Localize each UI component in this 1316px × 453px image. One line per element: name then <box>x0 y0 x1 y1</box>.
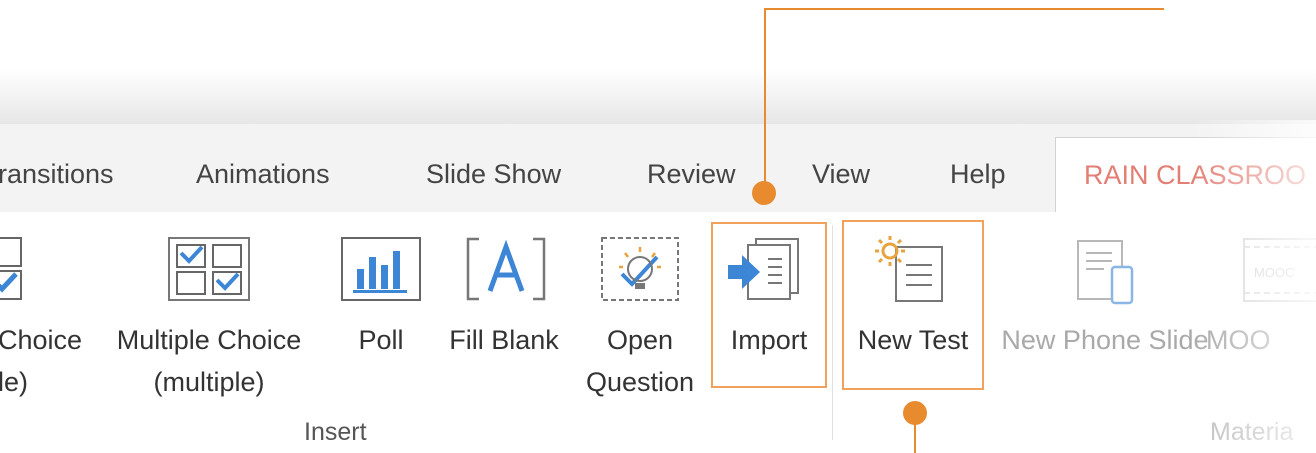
insert-group-label: Insert <box>304 418 367 446</box>
multiple-choice-label-2: (multiple) <box>153 367 265 397</box>
import-callout-dot <box>752 181 776 205</box>
mooc-label: MOO <box>1206 325 1271 355</box>
single-choice-label-2: le) <box>0 367 29 397</box>
mooc-film-icon: MOOC <box>1243 238 1316 302</box>
lightbulb-check-icon <box>601 237 679 301</box>
mooc-icon-text: MOOC <box>1254 265 1294 280</box>
window-top-backdrop <box>0 0 1316 124</box>
tab-rain-classroom-label: RAIN CLASSROO <box>1084 160 1307 190</box>
open-question-label-1: Open <box>606 325 674 355</box>
poll-label: Poll <box>358 325 404 355</box>
phone-slide-icon <box>1077 240 1134 305</box>
import-highlight-box <box>711 222 827 388</box>
single-choice-label-1: Choice <box>0 325 83 355</box>
new-test-highlight-box <box>842 220 984 390</box>
multiple-choice-label-1: Multiple Choice <box>116 325 302 355</box>
material-group-label: Materia <box>1210 418 1294 446</box>
new-phone-slide-label: New Phone Slide <box>1001 325 1209 355</box>
multi-checkbox-icon <box>168 237 250 301</box>
tab-review[interactable]: Review <box>647 152 736 196</box>
tab-animations[interactable]: Animations <box>196 152 330 196</box>
callout-leader-top-horizontal <box>764 8 1164 10</box>
tab-slide-show[interactable]: Slide Show <box>426 152 561 196</box>
tab-help[interactable]: Help <box>950 152 1006 196</box>
callout-leader-top-vertical <box>764 8 766 192</box>
checkbox-list-icon <box>0 237 22 300</box>
tab-transitions[interactable]: ransitions <box>0 152 114 196</box>
tab-view[interactable]: View <box>812 152 870 196</box>
bar-chart-icon <box>341 237 421 301</box>
group-separator <box>832 225 833 440</box>
callout-leader-bottom-vertical <box>914 412 916 453</box>
open-question-label-2: Question <box>585 367 695 397</box>
bracket-a-icon <box>466 237 546 301</box>
tab-rain-classroom[interactable]: RAIN CLASSROO <box>1055 137 1316 214</box>
fill-blank-label: Fill Blank <box>449 325 559 355</box>
